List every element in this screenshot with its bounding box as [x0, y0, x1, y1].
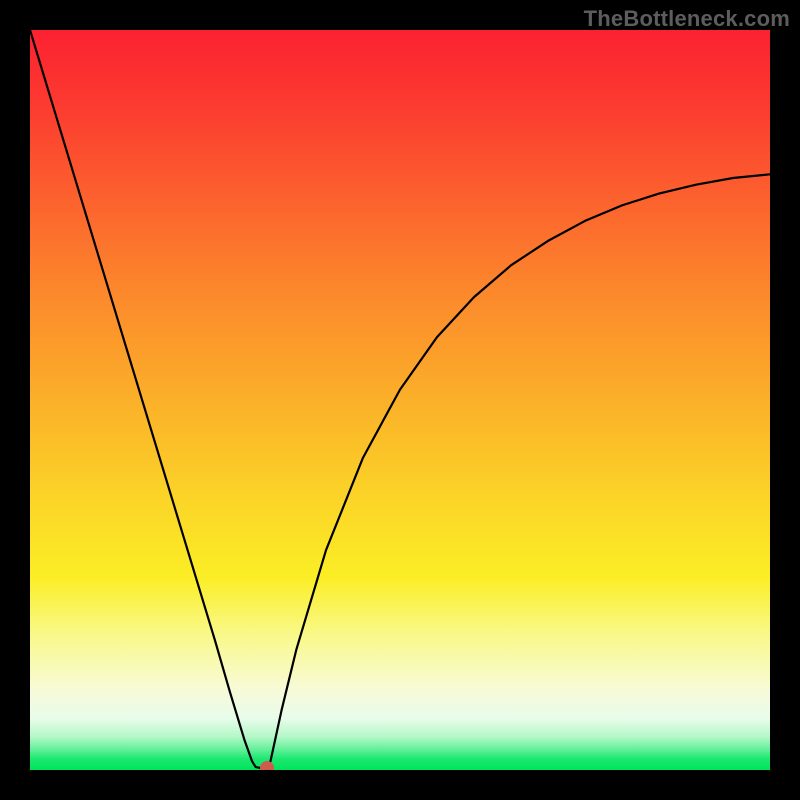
plot-area [30, 30, 770, 770]
chart-frame: TheBottleneck.com [0, 0, 800, 800]
watermark-text: TheBottleneck.com [584, 6, 790, 32]
optimum-marker [260, 761, 274, 770]
bottleneck-curve [30, 30, 770, 770]
